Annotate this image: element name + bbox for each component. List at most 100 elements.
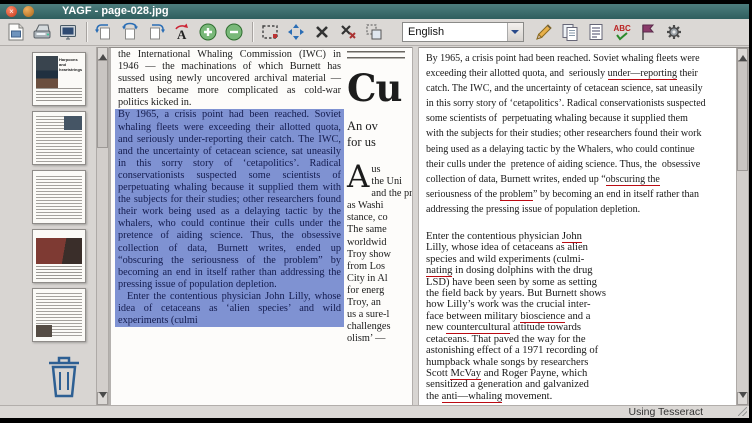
screen: × YAGF - page-028.jpg (0, 0, 752, 423)
clipped-line-fragment: us a sure-l (347, 309, 412, 321)
zoom-out-button[interactable] (222, 20, 246, 44)
rotate-right-button[interactable] (144, 20, 168, 44)
thumbnail-list: Harpoons and heartstrings (32, 52, 86, 342)
page-thumbnail[interactable] (32, 111, 86, 165)
clipped-line-fragment: as Washi (347, 200, 412, 212)
text-file-icon (586, 22, 606, 42)
clipped-line-fragment: The same (347, 224, 412, 236)
keyboard-layout-button[interactable] (636, 20, 660, 44)
misspelled-word: McVay (450, 368, 481, 380)
scrollbar-thumb[interactable] (737, 61, 748, 171)
blocks-icon (364, 22, 384, 42)
clear-region-button[interactable] (310, 20, 334, 44)
subtitle-line-2: for us (347, 135, 376, 149)
misspelled-word: nating (426, 265, 452, 277)
selected-paragraph-1: By 1965, a crisis point had been reached… (118, 109, 341, 290)
close-icon: × (9, 7, 14, 16)
save-image-button[interactable] (56, 20, 80, 44)
clipped-text-lines (347, 51, 405, 62)
select-blocks-button[interactable] (362, 20, 386, 44)
recognize-button[interactable] (532, 20, 556, 44)
language-select[interactable]: English (402, 22, 524, 42)
panel-splitter[interactable] (412, 47, 419, 405)
double-x-icon (338, 22, 358, 42)
page-thumbnail[interactable] (32, 170, 86, 224)
page-thumbnail[interactable] (32, 229, 86, 283)
misspelled-word: John (562, 231, 582, 243)
subtitle-line-1: An ov (347, 119, 378, 133)
scrollbar-thumb[interactable] (97, 60, 108, 148)
clear-all-regions-button[interactable] (336, 20, 360, 44)
scan-button[interactable] (30, 20, 54, 44)
ocr-text[interactable]: By 1965, a crisis point had been reached… (419, 48, 736, 405)
pencil-icon (534, 22, 554, 42)
window-title: YAGF - page-028.jpg (62, 4, 169, 19)
window-menu-button[interactable] (23, 6, 34, 17)
page-thumbnail[interactable] (32, 288, 86, 342)
page-column1: the International Whaling Commission (IW… (118, 49, 341, 327)
trash-icon (44, 354, 84, 400)
rotate-left-button[interactable] (92, 20, 116, 44)
misspelled-word: countercultural (446, 322, 510, 334)
svg-text:ABC: ABC (614, 24, 632, 33)
clipped-line-fragment: for energ (347, 285, 412, 297)
thumbnail-scrollbar[interactable] (96, 47, 109, 405)
clipped-line-fragment: challenges (347, 321, 412, 333)
ocr-text-editor[interactable]: By 1965, a crisis point had been reached… (419, 47, 749, 405)
rotate-180-button[interactable] (118, 20, 142, 44)
clipped-line-fragment: City in Al (347, 273, 412, 285)
misspelled-word: under—reporting (608, 68, 677, 80)
x-icon (312, 22, 332, 42)
delete-page-button[interactable] (44, 354, 84, 405)
select-region-button[interactable] (258, 20, 282, 44)
flag-icon (638, 22, 658, 42)
fit-page-button[interactable] (284, 20, 308, 44)
zoom-in-icon (198, 22, 218, 42)
language-value: English (403, 26, 507, 38)
scanned-page: the International Whaling Commission (IW… (111, 48, 412, 405)
misspelled-word: problem (500, 189, 533, 201)
rotate-right-icon (146, 22, 166, 42)
settings-button[interactable] (662, 20, 686, 44)
page-column2-fragments: A usthe Uniand the pras Washistance, coT… (347, 164, 412, 345)
scroll-down-button[interactable] (97, 392, 108, 405)
scroll-up-button[interactable] (737, 48, 748, 61)
clipped-line-fragment: Troy, an (347, 297, 412, 309)
open-image-button[interactable] (4, 20, 28, 44)
misspelled-word: obscuring the (606, 174, 660, 186)
deskew-button[interactable]: A (170, 20, 194, 44)
gear-icon (664, 22, 684, 42)
deskew-icon: A (172, 22, 192, 42)
app-window: × YAGF - page-028.jpg (0, 4, 749, 418)
scanner-icon (32, 22, 52, 42)
resize-grip[interactable] (738, 407, 747, 416)
ocr-selection-region[interactable]: By 1965, a crisis point had been reached… (115, 109, 344, 327)
thumbnail-caption: Harpoons and heartstrings (59, 57, 83, 72)
scroll-up-button[interactable] (97, 47, 108, 60)
clipped-line-fragment: worldwid (347, 237, 412, 249)
spellcheck-button[interactable]: ABC (610, 20, 634, 44)
page-column2: Cu An ov for us A usthe Uniand the pras … (347, 48, 412, 345)
copy-text-button[interactable] (558, 20, 582, 44)
selected-paragraph-2: Enter the contentious physician John Lil… (118, 291, 341, 327)
editor-scrollbar[interactable] (736, 48, 749, 405)
rotate-180-icon (120, 22, 140, 42)
thumbnail-panel: Harpoons and heartstrings (0, 47, 96, 405)
page-thumbnail[interactable]: Harpoons and heartstrings (32, 52, 86, 106)
misspelled-word: bioscience (520, 311, 565, 323)
titlebar: × YAGF - page-028.jpg (0, 4, 749, 19)
toolbar-separator (86, 22, 88, 42)
zoom-in-button[interactable] (196, 20, 220, 44)
clipped-line-fragment: olism’ — (347, 333, 412, 345)
close-button[interactable]: × (6, 6, 17, 17)
misspelled-word: anti—whaling (442, 391, 503, 403)
save-text-button[interactable] (584, 20, 608, 44)
toolbar: A English (0, 19, 749, 46)
chevron-down-icon (507, 23, 523, 41)
scroll-down-button[interactable] (737, 392, 748, 405)
toolbar-separator (252, 22, 254, 42)
abc-check-icon: ABC (612, 22, 632, 42)
status-bar: Using Tesseract (0, 405, 749, 418)
main-area: Harpoons and heartstrings (0, 47, 749, 405)
scan-image-view[interactable]: the International Whaling Commission (IW… (109, 47, 412, 405)
